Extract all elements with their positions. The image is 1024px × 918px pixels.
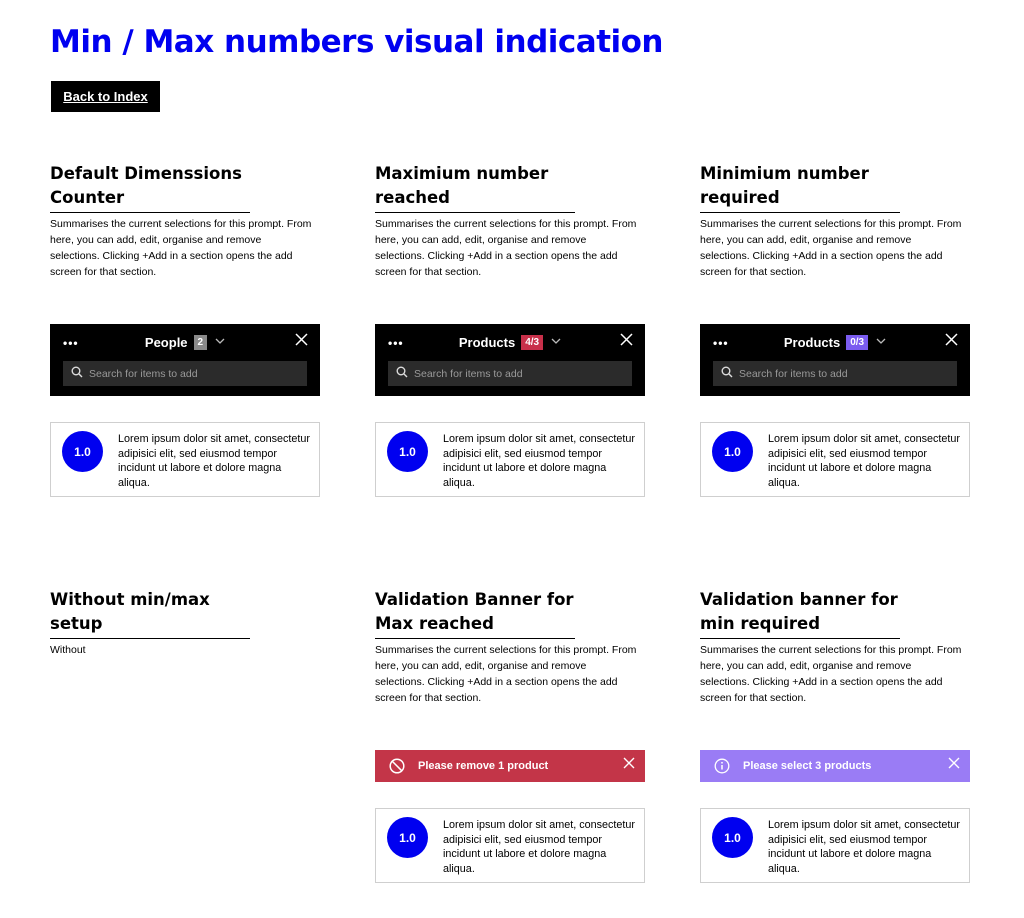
close-icon[interactable] xyxy=(623,756,635,773)
card-text: Lorem ipsum dolor sit amet, consectetur … xyxy=(443,819,636,875)
search-icon xyxy=(721,366,733,381)
dimension-header: ••• Products 0/3 xyxy=(700,324,970,396)
count-badge: 4/3 xyxy=(521,335,544,350)
banner-text: Please select 3 products xyxy=(743,760,872,772)
close-icon[interactable] xyxy=(295,333,308,351)
selection-card[interactable]: 1.0 Lorem ipsum dolor sit amet, consecte… xyxy=(375,808,645,883)
section-banner-min: Validation banner for min required Summa… xyxy=(700,588,970,883)
section-title: Minimium number required xyxy=(700,162,900,213)
page-title: Min / Max numbers visual indication xyxy=(50,24,664,60)
header-title: Products xyxy=(783,335,841,350)
section-banner-max: Validation Banner for Max reached Summar… xyxy=(375,588,645,883)
dimension-header: ••• Products 4/3 xyxy=(375,324,645,396)
section-title: Without min/max setup xyxy=(50,588,250,639)
section-description: Summarises the current selections for th… xyxy=(700,218,962,278)
number-circle: 1.0 xyxy=(387,431,428,472)
header-title: Products xyxy=(458,335,516,350)
section-title: Validation Banner for Max reached xyxy=(375,588,575,639)
search-bar[interactable] xyxy=(63,361,307,386)
validation-banner-min: Please select 3 products xyxy=(700,750,970,782)
search-input[interactable] xyxy=(414,367,614,380)
section-description: Summarises the current selections for th… xyxy=(700,644,962,704)
section-title: Default Dimenssions Counter xyxy=(50,162,250,213)
section-description: Summarises the current selections for th… xyxy=(375,218,637,278)
count-badge: 2 xyxy=(193,335,208,350)
card-text: Lorem ipsum dolor sit amet, consectetur … xyxy=(768,819,961,875)
card-text: Lorem ipsum dolor sit amet, consectetur … xyxy=(118,433,311,489)
prohibited-icon xyxy=(389,758,405,774)
search-bar[interactable] xyxy=(713,361,957,386)
header-title-group[interactable]: Products 4/3 xyxy=(375,335,645,350)
number-circle: 1.0 xyxy=(387,817,428,858)
search-icon xyxy=(396,366,408,381)
number-circle: 1.0 xyxy=(712,817,753,858)
header-title-group[interactable]: Products 0/3 xyxy=(700,335,970,350)
number-circle: 1.0 xyxy=(62,431,103,472)
search-input[interactable] xyxy=(89,367,289,380)
chevron-down-icon[interactable] xyxy=(876,337,886,348)
selection-card[interactable]: 1.0 Lorem ipsum dolor sit amet, consecte… xyxy=(700,808,970,883)
validation-banner-max: Please remove 1 product xyxy=(375,750,645,782)
section-description: Summarises the current selections for th… xyxy=(375,644,637,704)
section-title: Validation banner for min required xyxy=(700,588,900,639)
banner-text: Please remove 1 product xyxy=(418,760,549,772)
selection-card[interactable]: 1.0 Lorem ipsum dolor sit amet, consecte… xyxy=(50,422,320,497)
close-icon[interactable] xyxy=(945,333,958,351)
number-circle: 1.0 xyxy=(712,431,753,472)
section-title: Maximium number reached xyxy=(375,162,575,213)
section-max: Maximium number reached Summarises the c… xyxy=(375,162,645,497)
dimension-header: ••• People 2 xyxy=(50,324,320,396)
section-without: Without min/max setup Without xyxy=(50,588,320,658)
section-min: Minimium number required Summarises the … xyxy=(700,162,970,497)
search-input[interactable] xyxy=(739,367,939,380)
close-icon[interactable] xyxy=(948,756,960,773)
section-description: Without xyxy=(50,644,86,656)
info-icon xyxy=(714,758,730,774)
section-description: Summarises the current selections for th… xyxy=(50,218,312,278)
header-title: People xyxy=(144,335,188,350)
close-icon[interactable] xyxy=(620,333,633,351)
chevron-down-icon[interactable] xyxy=(215,337,225,348)
card-text: Lorem ipsum dolor sit amet, consectetur … xyxy=(443,433,636,489)
card-text: Lorem ipsum dolor sit amet, consectetur … xyxy=(768,433,961,489)
search-icon xyxy=(71,366,83,381)
header-title-group[interactable]: People 2 xyxy=(50,335,320,350)
search-bar[interactable] xyxy=(388,361,632,386)
chevron-down-icon[interactable] xyxy=(551,337,561,348)
selection-card[interactable]: 1.0 Lorem ipsum dolor sit amet, consecte… xyxy=(700,422,970,497)
back-to-index-button[interactable]: Back to Index xyxy=(51,81,160,112)
section-default: Default Dimenssions Counter Summarises t… xyxy=(50,162,320,497)
count-badge: 0/3 xyxy=(846,335,869,350)
selection-card[interactable]: 1.0 Lorem ipsum dolor sit amet, consecte… xyxy=(375,422,645,497)
